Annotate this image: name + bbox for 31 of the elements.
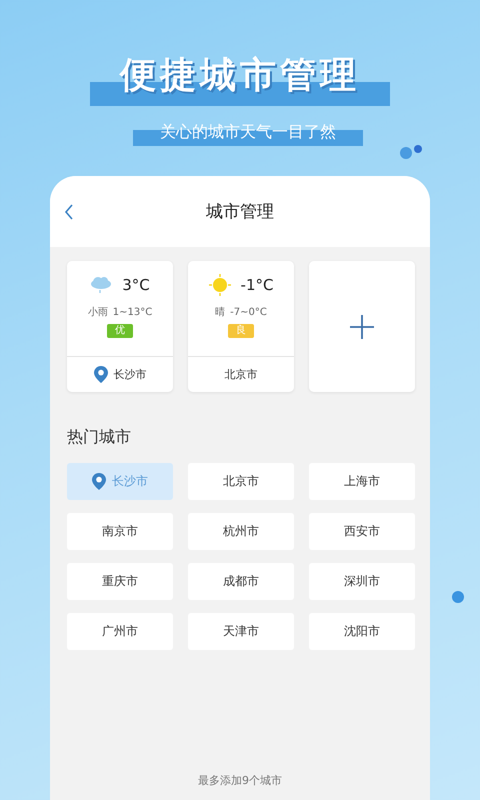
city-chip[interactable]: 天津市 (188, 613, 294, 650)
city-chip[interactable]: 沈阳市 (309, 613, 415, 650)
city-chip[interactable]: 北京市 (188, 463, 294, 500)
temperature: 3°C (122, 276, 150, 294)
city-chip[interactable]: 南京市 (67, 513, 173, 550)
sun-icon (208, 274, 231, 296)
decoration-dot (452, 591, 464, 603)
subtitle: 关心的城市天气一目了然 (160, 121, 336, 143)
city-card[interactable]: 3°C 小雨 1~13°C 优 长沙市 (67, 261, 173, 392)
temperature: -1°C (240, 276, 274, 294)
weather-condition: 晴 -7~0°C (215, 306, 267, 319)
air-quality-badge: 良 (228, 324, 254, 338)
city-chip[interactable]: 广州市 (67, 613, 173, 650)
city-chip[interactable]: 西安市 (309, 513, 415, 550)
city-chip[interactable]: 成都市 (188, 563, 294, 600)
city-card[interactable]: -1°C 晴 -7~0°C 良 北京市 (188, 261, 294, 392)
screen-title: 城市管理 (206, 201, 274, 223)
air-quality-badge: 优 (107, 324, 133, 338)
city-chip[interactable]: 深圳市 (309, 563, 415, 600)
rain-cloud-icon (90, 276, 112, 294)
city-name: 长沙市 (114, 367, 146, 382)
city-chip[interactable]: 重庆市 (67, 563, 173, 600)
footer-note: 最多添加9个城市 (197, 773, 283, 788)
city-chip[interactable]: 上海市 (309, 463, 415, 500)
weather-condition: 小雨 1~13°C (88, 306, 152, 319)
section-heading: 热门城市 (67, 426, 132, 448)
back-icon (64, 204, 74, 220)
city-chip[interactable]: 杭州市 (188, 513, 294, 550)
plus-icon (350, 314, 374, 338)
decoration-dots (400, 145, 422, 159)
city-name: 北京市 (224, 367, 258, 382)
